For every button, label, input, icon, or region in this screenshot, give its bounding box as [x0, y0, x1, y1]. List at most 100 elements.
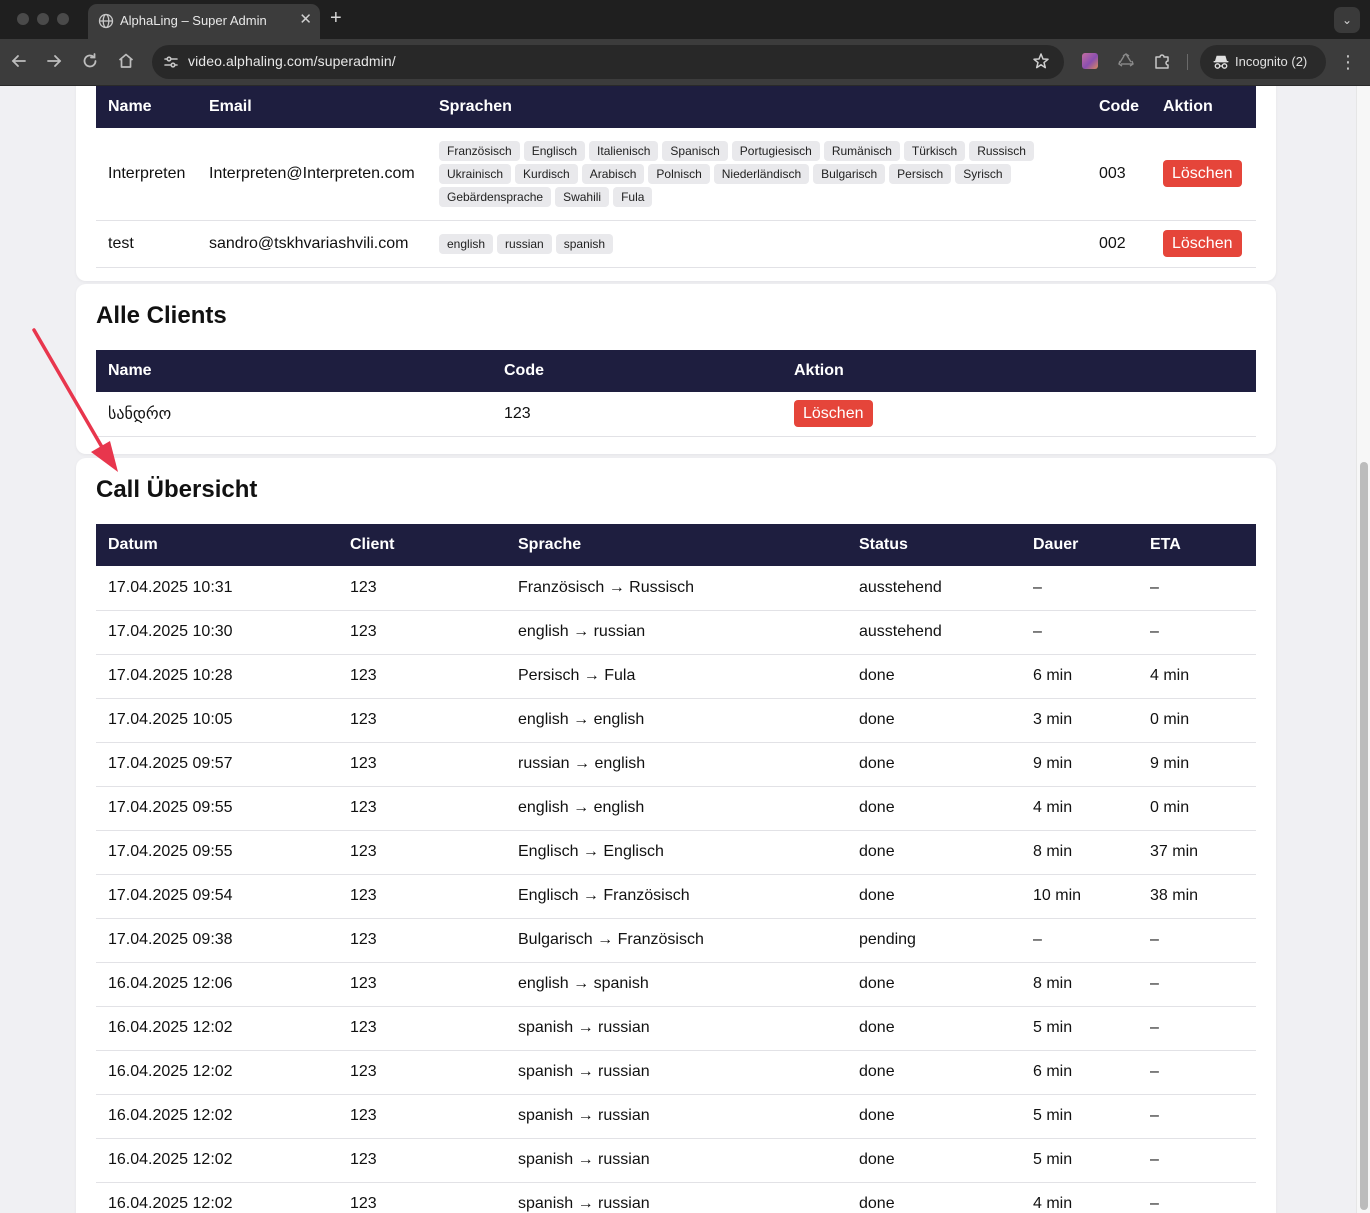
clients-table-header: Name Code Aktion: [96, 350, 1256, 392]
interpreter-code: 003: [1087, 128, 1151, 221]
call-client: 123: [338, 786, 506, 831]
header-status: Status: [859, 536, 908, 553]
delete-client-button[interactable]: Löschen: [794, 400, 873, 428]
scrollbar-thumb[interactable]: [1360, 462, 1368, 1210]
browser-tab-active[interactable]: AlphaLing – Super Admin ✕: [88, 4, 320, 39]
tab-close-icon[interactable]: ✕: [299, 10, 312, 28]
call-eta: –: [1138, 610, 1256, 655]
new-tab-plus-icon[interactable]: +: [330, 7, 342, 30]
call-date: 17.04.2025 09:54: [96, 874, 338, 919]
interpreter-name: Interpreten: [96, 128, 197, 221]
call-client: 123: [338, 610, 506, 655]
incognito-indicator[interactable]: Incognito (2): [1200, 45, 1326, 79]
clients-card: Alle Clients Name Code Aktion სანდრო 123 L…: [76, 284, 1276, 454]
window-minimize-dot[interactable]: [37, 13, 49, 25]
language-chip: Spanisch: [662, 141, 728, 162]
call-eta: 0 min: [1138, 698, 1256, 743]
header-eta: ETA: [1150, 536, 1181, 553]
extension-app-icon[interactable]: [1082, 53, 1098, 69]
interpreter-languages: Französisch Englisch Italienisch Spanisch Po…: [427, 128, 1087, 221]
call-duration: 9 min: [1021, 742, 1138, 787]
call-client: 123: [338, 1094, 506, 1139]
page-scrollbar[interactable]: [1356, 86, 1370, 1213]
table-row: 17.04.2025 10:05 123 english → english done…: [96, 698, 1256, 743]
language-chip: Niederländisch: [713, 164, 810, 185]
table-row: 17.04.2025 10:31 123 Französisch → Russisc…: [96, 566, 1256, 611]
call-status: done: [847, 962, 1021, 1007]
call-language: spanish → russian: [506, 1138, 847, 1183]
header-client: Client: [350, 536, 395, 553]
table-row: 16.04.2025 12:02 123 spanish → russian done…: [96, 1050, 1256, 1095]
call-eta: –: [1138, 1006, 1256, 1051]
language-chip: english: [439, 234, 494, 254]
call-date: 16.04.2025 12:02: [96, 1050, 338, 1095]
call-client: 123: [338, 874, 506, 919]
interpreter-action: Löschen: [1151, 220, 1256, 268]
language-chip: Portugiesisch: [731, 141, 820, 162]
call-language: Französisch → Russisch: [506, 566, 847, 611]
call-language: spanish → russian: [506, 1006, 847, 1051]
address-bar[interactable]: video.alphaling.com/superadmin/: [152, 45, 1064, 79]
header-code: Code: [1099, 98, 1139, 115]
call-status: done: [847, 1138, 1021, 1183]
call-status: done: [847, 1094, 1021, 1139]
call-date: 16.04.2025 12:02: [96, 1094, 338, 1139]
url-text: video.alphaling.com/superadmin/: [188, 53, 396, 69]
call-date: 17.04.2025 09:55: [96, 830, 338, 875]
extensions-puzzle-icon[interactable]: [1153, 52, 1171, 70]
back-arrow-icon[interactable]: [9, 51, 29, 71]
call-date: 17.04.2025 10:28: [96, 654, 338, 699]
language-chip: russian: [497, 234, 552, 254]
call-client: 123: [338, 962, 506, 1007]
recycle-extension-icon[interactable]: [1117, 52, 1135, 70]
client-name: სანდრო: [96, 392, 492, 437]
client-code: 123: [492, 392, 782, 437]
home-icon[interactable]: [116, 51, 136, 71]
interpreters-card: Name Email Sprachen Code Aktion Interpre…: [76, 86, 1276, 281]
interpreter-code: 002: [1087, 220, 1151, 268]
browser-menu-kebab-icon[interactable]: ⋮: [1338, 51, 1358, 73]
delete-interpreter-button[interactable]: Löschen: [1163, 230, 1242, 257]
table-row: 16.04.2025 12:02 123 spanish → russian done…: [96, 1094, 1256, 1139]
forward-arrow-icon[interactable]: [44, 51, 64, 71]
language-chip: Swahili: [555, 187, 610, 208]
clients-table: Name Code Aktion სანდრო 123 Löschen: [96, 350, 1256, 437]
table-row: 16.04.2025 12:02 123 spanish → russian done…: [96, 1182, 1256, 1213]
call-date: 17.04.2025 09:55: [96, 786, 338, 831]
language-chips: Französisch Englisch Italienisch Spanisch Po…: [439, 128, 1075, 219]
table-row: 17.04.2025 09:54 123 Englisch → Französisc…: [96, 874, 1256, 919]
call-status: done: [847, 698, 1021, 743]
call-client: 123: [338, 918, 506, 963]
window-zoom-dot[interactable]: [57, 13, 69, 25]
call-client: 123: [338, 698, 506, 743]
language-chip: Türkisch: [903, 141, 966, 162]
site-settings-icon[interactable]: [162, 53, 180, 71]
call-duration: 6 min: [1021, 654, 1138, 699]
reload-icon[interactable]: [80, 51, 100, 71]
header-duration: Dauer: [1033, 536, 1079, 553]
call-duration: 6 min: [1021, 1050, 1138, 1095]
call-language: english → russian: [506, 610, 847, 655]
window-close-dot[interactable]: [17, 13, 29, 25]
call-status: done: [847, 1006, 1021, 1051]
page-viewport: Name Email Sprachen Code Aktion Interpre…: [0, 86, 1356, 1213]
call-status: done: [847, 654, 1021, 699]
browser-tab-bar: AlphaLing – Super Admin ✕ + ⌄: [0, 0, 1370, 39]
call-date: 17.04.2025 10:05: [96, 698, 338, 743]
call-language: english → spanish: [506, 962, 847, 1007]
delete-interpreter-button[interactable]: Löschen: [1163, 160, 1242, 188]
call-duration: –: [1021, 566, 1138, 611]
call-client: 123: [338, 830, 506, 875]
language-chip: Italienisch: [589, 141, 659, 162]
call-eta: –: [1138, 1050, 1256, 1095]
bookmark-star-icon[interactable]: [1032, 52, 1050, 70]
header-date: Datum: [108, 536, 158, 553]
interpreters-table-header: Name Email Sprachen Code Aktion: [96, 86, 1256, 128]
call-eta: 4 min: [1138, 654, 1256, 699]
call-date: 16.04.2025 12:02: [96, 1006, 338, 1051]
tab-search-chevron-icon[interactable]: ⌄: [1334, 7, 1360, 33]
header-email: Email: [209, 98, 252, 115]
header-languages: Sprachen: [439, 98, 512, 115]
call-date: 17.04.2025 09:57: [96, 742, 338, 787]
language-chip: Fula: [613, 187, 653, 208]
